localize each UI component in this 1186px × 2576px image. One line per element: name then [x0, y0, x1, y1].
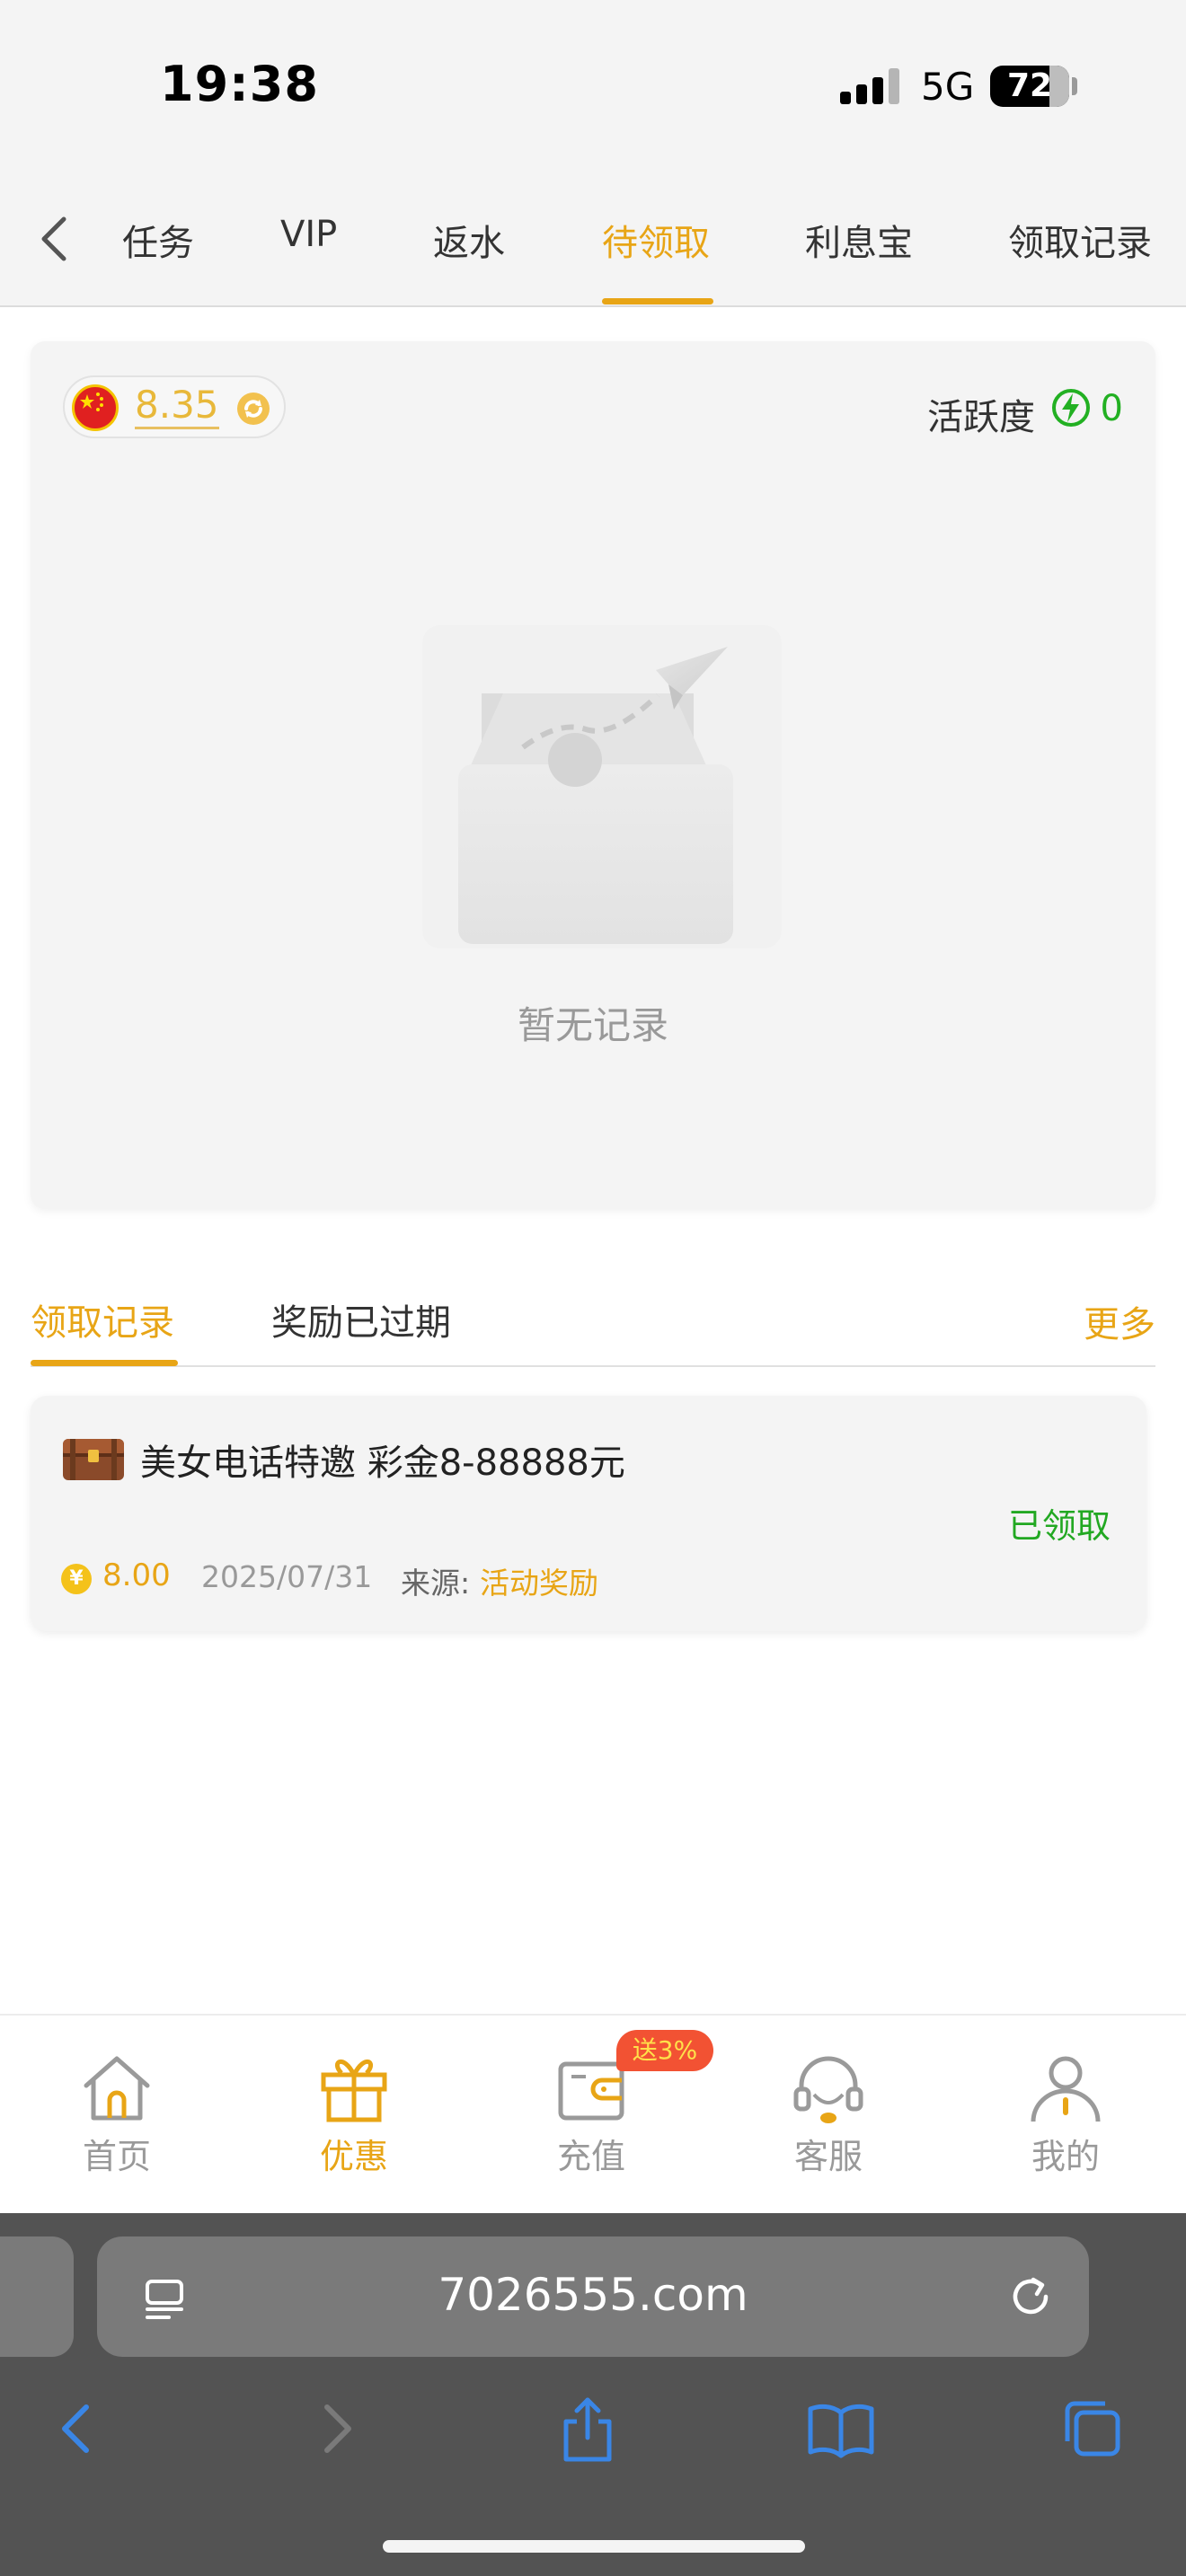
browser-back-icon[interactable]	[41, 2393, 113, 2465]
record-amount: 8.00	[102, 1557, 171, 1593]
record-title: 美女电话特邀 彩金8-88888元	[140, 1442, 625, 1484]
pending-card: 8.35 活跃度 0 暂无记录	[31, 341, 1155, 1209]
headset-icon	[793, 2056, 863, 2123]
url-text: 7026555.com	[438, 2269, 748, 2321]
previous-tab-preview[interactable]	[0, 2236, 74, 2357]
record-tab-bar: 领取记录 奖励已过期 更多	[31, 1277, 1155, 1367]
deposit-promo-badge: 送3%	[616, 2030, 713, 2071]
lightning-icon	[1052, 389, 1090, 427]
tab-vip[interactable]: VIP	[280, 214, 337, 255]
nav-deposit[interactable]: 充值	[501, 2050, 681, 2193]
nav-deposit-label: 充值	[556, 2137, 625, 2176]
tab-claim-records[interactable]: 领取记录	[1008, 214, 1152, 266]
record-date: 2025/07/31	[201, 1559, 373, 1594]
browser-toolbar: 7026555.com	[0, 2213, 1186, 2576]
record-item[interactable]: 美女电话特邀 彩金8-88888元 已领取 ¥ 8.00 2025/07/31 …	[31, 1396, 1146, 1631]
home-indicator[interactable]	[383, 2540, 805, 2553]
battery-tip	[1072, 77, 1077, 95]
reload-icon[interactable]	[1006, 2272, 1055, 2321]
tab-rebate[interactable]: 返水	[433, 214, 505, 266]
bookmarks-icon[interactable]	[805, 2393, 877, 2465]
user-icon	[1031, 2056, 1101, 2122]
nav-profile-label: 我的	[1031, 2137, 1100, 2176]
coin-icon: ¥	[61, 1564, 92, 1594]
refresh-balance-icon[interactable]	[235, 391, 271, 427]
top-tab-bar: 任务 VIP 返水 待领取 利息宝 领取记录	[0, 171, 1186, 307]
share-icon[interactable]	[552, 2393, 624, 2465]
status-time: 19:38	[160, 56, 319, 112]
empty-box-illustration	[422, 625, 782, 948]
nav-promotions[interactable]: 优惠	[264, 2050, 444, 2193]
gift-icon	[321, 2060, 387, 2122]
china-flag-icon	[72, 384, 119, 431]
more-link[interactable]: 更多	[1084, 1295, 1155, 1347]
active-subtab-indicator	[31, 1360, 178, 1366]
nav-support-label: 客服	[793, 2137, 863, 2176]
home-icon	[84, 2056, 150, 2121]
activity-label: 活跃度	[927, 397, 1035, 438]
tabs-icon[interactable]	[1057, 2393, 1128, 2465]
browser-forward-icon[interactable]	[300, 2393, 372, 2465]
tab-pending[interactable]: 待领取	[602, 214, 710, 266]
active-tab-indicator	[602, 298, 713, 304]
signal-icon	[840, 68, 899, 104]
empty-state-text: 暂无记录	[517, 1003, 668, 1047]
nav-promotions-label: 优惠	[319, 2137, 388, 2176]
battery-icon: 72	[990, 66, 1069, 107]
status-bar: 19:38 5G 72	[0, 0, 1186, 171]
chevron-left-icon	[41, 216, 66, 261]
activity-value: 0	[1100, 388, 1123, 429]
nav-support[interactable]: 客服	[739, 2050, 918, 2193]
battery-level: 72	[1006, 67, 1053, 104]
balance-value: 8.35	[135, 384, 219, 429]
main-content: 8.35 活跃度 0 暂无记录 领取记录 奖励已过期 更多 美女电话特邀 彩金8…	[0, 307, 1186, 2014]
record-status: 已领取	[1007, 1506, 1111, 1546]
tab-task[interactable]: 任务	[122, 214, 194, 266]
tab-claimed-records[interactable]: 领取记录	[31, 1293, 174, 1345]
nav-profile[interactable]: 我的	[976, 2050, 1155, 2193]
record-source: 活动奖励	[480, 1566, 598, 1601]
tab-interest[interactable]: 利息宝	[805, 214, 913, 266]
treasure-chest-icon	[63, 1439, 124, 1480]
nav-home[interactable]: 首页	[27, 2050, 207, 2193]
balance-pill: 8.35	[63, 375, 286, 438]
tab-expired-rewards[interactable]: 奖励已过期	[271, 1293, 451, 1345]
back-button[interactable]	[27, 212, 81, 266]
bottom-nav: 首页 优惠 充值 送3% 客服 我的	[0, 2014, 1186, 2213]
record-source-label: 来源:	[401, 1566, 471, 1601]
nav-home-label: 首页	[82, 2137, 151, 2176]
network-label: 5G	[921, 65, 975, 109]
address-bar[interactable]: 7026555.com	[97, 2236, 1089, 2357]
